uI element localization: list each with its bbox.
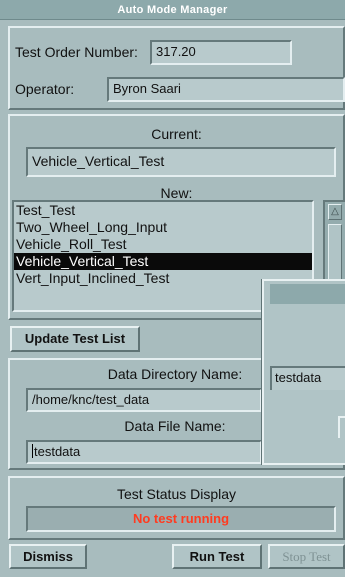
dialog-button[interactable] xyxy=(338,416,345,438)
update-test-list-button[interactable]: Update Test List xyxy=(10,326,140,352)
operator-label: Operator: xyxy=(15,81,75,97)
list-item[interactable]: Vehicle_Roll_Test xyxy=(14,236,312,253)
overlay-dialog[interactable]: testdata xyxy=(262,279,345,465)
list-item[interactable]: Test_Test xyxy=(14,202,312,219)
data-file-value: testdata xyxy=(34,444,81,459)
test-order-label: Test Order Number: xyxy=(15,44,138,60)
test-status-label: Test Status Display xyxy=(116,486,237,502)
list-item-selected[interactable]: Vehicle_Vertical_Test xyxy=(14,253,312,270)
test-status-display: No test running xyxy=(26,506,336,532)
dialog-text-field[interactable]: testdata xyxy=(270,366,345,390)
list-item[interactable]: Two_Wheel_Long_Input xyxy=(14,219,312,236)
current-label: Current: xyxy=(151,126,202,142)
scroll-up-arrow-icon[interactable]: △ xyxy=(328,204,342,220)
dialog-title-bar[interactable] xyxy=(270,284,345,304)
data-directory-field[interactable]: /home/knc/test_data xyxy=(26,388,262,412)
text-cursor xyxy=(32,444,33,458)
data-file-field[interactable]: testdata xyxy=(26,440,262,464)
dismiss-button[interactable]: Dismiss xyxy=(9,544,87,569)
test-order-field[interactable]: 317.20 xyxy=(150,40,292,65)
window-title-bar[interactable]: Auto Mode Manager xyxy=(0,0,345,20)
current-test-field: Vehicle_Vertical_Test xyxy=(26,147,336,177)
new-label: New: xyxy=(160,185,193,201)
run-test-button[interactable]: Run Test xyxy=(172,544,262,569)
operator-field[interactable]: Byron Saari xyxy=(107,77,345,102)
window-title: Auto Mode Manager xyxy=(117,4,228,16)
stop-test-button[interactable]: Stop Test xyxy=(268,544,345,569)
